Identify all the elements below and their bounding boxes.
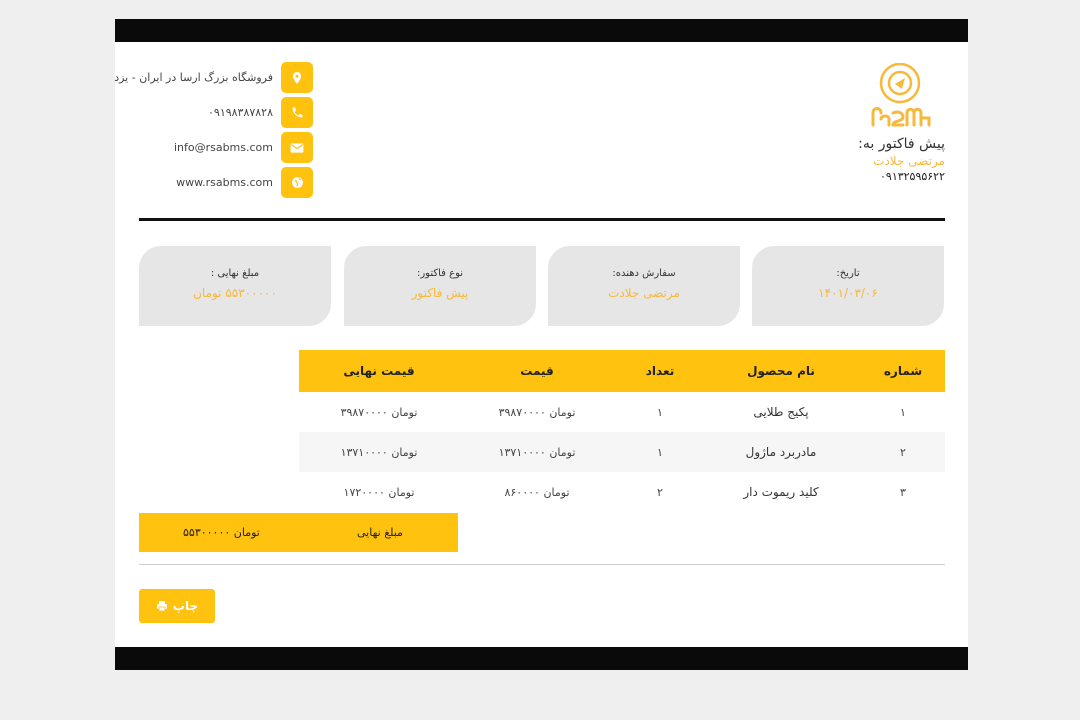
- top-band: [115, 19, 968, 42]
- row-qty: ۱: [657, 405, 663, 419]
- header-divider: [139, 218, 945, 221]
- print-button[interactable]: چاپ: [139, 589, 215, 623]
- row-qty: ۱: [657, 445, 663, 459]
- date-value: ۱۴۰۱/۰۳/۰۶: [818, 286, 878, 300]
- row-final-price: ۱۷۲۰۰۰۰ تومان: [343, 485, 415, 499]
- header-product: نام محصول: [747, 364, 815, 378]
- header-qty: تعداد: [645, 364, 675, 378]
- contact-website-text[interactable]: www.rsabms.com: [176, 176, 273, 189]
- header-final-price: قیمت نهایی: [343, 364, 415, 378]
- company-logo: [865, 62, 933, 129]
- row-price: ۱۳۷۱۰۰۰۰ تومان: [498, 445, 576, 459]
- contact-email[interactable]: info@rsabms.com: [174, 132, 313, 163]
- invoice-type-card: نوع فاکتور: پیش فاکتور: [344, 246, 536, 326]
- header-number: شماره: [883, 364, 923, 378]
- contact-phone: ۰۹۱۹۸۳۸۷۸۲۸: [208, 97, 313, 128]
- table-row: ۲ مادربرد ماژول ۱ ۱۳۷۱۰۰۰۰ تومان ۱۳۷۱۰۰۰…: [299, 432, 945, 472]
- print-button-label: چاپ: [172, 599, 199, 613]
- envelope-icon: [281, 132, 313, 163]
- footer-divider: [139, 564, 945, 565]
- row-number: ۳: [900, 485, 906, 499]
- row-price: ۳۹۸۷۰۰۰۰ تومان: [498, 405, 576, 419]
- total-value: ۵۵۳۰۰۰۰۰ تومان: [183, 526, 260, 539]
- invoice-type-value: پیش فاکتور: [411, 286, 469, 300]
- date-label: تاریخ:: [836, 268, 860, 279]
- contact-phone-text: ۰۹۱۹۸۳۸۷۸۲۸: [208, 106, 273, 119]
- contact-address: فروشگاه بزرگ ارسا در ایران - یزد: [114, 62, 313, 93]
- contact-address-text: فروشگاه بزرگ ارسا در ایران - یزد: [114, 71, 273, 84]
- row-price: ۸۶۰۰۰۰ تومان: [504, 485, 570, 499]
- bottom-band: [115, 647, 968, 670]
- contact-email-text[interactable]: info@rsabms.com: [174, 141, 273, 154]
- row-product: پکیج طلایی: [753, 405, 809, 419]
- invoice-to-name: مرتضی جلادت: [873, 154, 945, 168]
- table-row: ۳ کلید ریموت دار ۲ ۸۶۰۰۰۰ تومان ۱۷۲۰۰۰۰ …: [299, 472, 945, 512]
- products-table-header: شماره نام محصول تعداد قیمت قیمت نهایی: [299, 350, 945, 392]
- final-amount-value: ۵۵۳۰۰۰۰۰ تومان: [193, 286, 277, 300]
- invoice-to-label: پیش فاکتور به:: [858, 136, 945, 152]
- customer-label: سفارش دهنده:: [612, 268, 676, 279]
- customer-value: مرتضی جلادت: [608, 286, 680, 300]
- row-number: ۲: [900, 445, 906, 459]
- date-card: تاریخ: ۱۴۰۱/۰۳/۰۶: [752, 246, 944, 326]
- table-row: ۱ پکیج طلایی ۱ ۳۹۸۷۰۰۰۰ تومان ۳۹۸۷۰۰۰۰ ت…: [299, 392, 945, 432]
- row-final-price: ۳۹۸۷۰۰۰۰ تومان: [340, 405, 418, 419]
- customer-card: سفارش دهنده: مرتضی جلادت: [548, 246, 740, 326]
- header-price: قیمت: [520, 364, 554, 378]
- row-qty: ۲: [657, 485, 663, 499]
- final-amount-card: مبلغ نهایی : ۵۵۳۰۰۰۰۰ تومان: [139, 246, 331, 326]
- row-product: مادربرد ماژول: [745, 445, 817, 459]
- printer-icon: [156, 597, 168, 616]
- total-box: مبلغ نهایی ۵۵۳۰۰۰۰۰ تومان: [139, 513, 458, 552]
- final-amount-label: مبلغ نهایی :: [210, 268, 260, 279]
- map-pin-icon: [281, 62, 313, 93]
- invoice-to-phone: ۰۹۱۳۲۵۹۵۶۲۲: [880, 170, 945, 183]
- row-product: کلید ریموت دار: [743, 485, 819, 499]
- globe-icon: [281, 167, 313, 198]
- phone-icon: [281, 97, 313, 128]
- invoice-page: فروشگاه بزرگ ارسا در ایران - یزد ۰۹۱۹۸۳۸…: [114, 19, 968, 670]
- contact-website[interactable]: www.rsabms.com: [176, 167, 313, 198]
- row-final-price: ۱۳۷۱۰۰۰۰ تومان: [340, 445, 418, 459]
- total-label: مبلغ نهایی: [357, 526, 403, 539]
- row-number: ۱: [900, 405, 906, 419]
- invoice-type-label: نوع فاکتور:: [416, 268, 464, 279]
